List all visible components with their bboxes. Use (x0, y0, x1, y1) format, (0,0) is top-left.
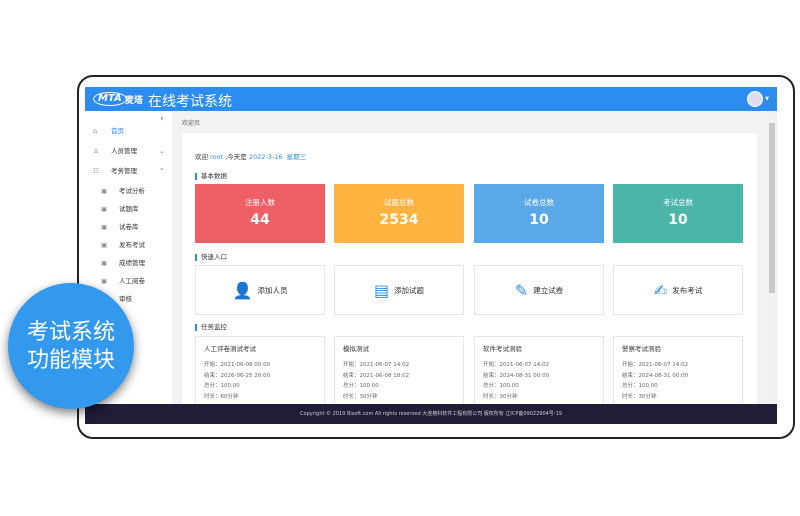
task-start: 开始：2021-06-07 14:02 (483, 362, 550, 368)
stat-label: 试题总数 (384, 198, 414, 207)
stat-value: 2534 (379, 212, 419, 228)
sidebar-item-label: 考试分析 (119, 187, 145, 195)
sidebar-item-label: 人员管理 (111, 147, 137, 155)
section-tasks: 任务监控 (195, 324, 227, 331)
main-panel: 欢迎 root ,今天是 2022-3-16 星期三 基本数据 快速入口 任务监… (182, 133, 757, 416)
task-score: 总分：100.00 (343, 383, 379, 389)
quick-entry-label: 添加试题 (394, 286, 425, 295)
stat-value: 10 (529, 212, 549, 228)
collapse-icon[interactable]: ‹ (160, 114, 164, 124)
task-duration: 时长：60分钟 (204, 393, 239, 400)
add-question-icon: ▤ (373, 281, 390, 300)
task-start: 开始：2021-06-07 14:02 (622, 362, 689, 368)
quick-entry-button[interactable]: ▤ 添加试题 (334, 265, 464, 315)
stat-card: 注册人数 44 (195, 184, 325, 243)
welcome-text: 欢迎 root ,今天是 2022-3-16 星期三 (195, 151, 306, 161)
stat-label: 注册人数 (245, 198, 275, 207)
quick-entry-label: 建立试卷 (533, 286, 564, 295)
sidebar-item-label: 考务管理 (111, 167, 137, 175)
logo-cn: 麦塔 (125, 96, 144, 106)
sidebar-item[interactable]: ▣ 人工阅卷 (85, 274, 172, 288)
score-icon: ▣ (101, 259, 108, 267)
stat-value: 10 (668, 212, 688, 228)
quick-entry-button[interactable]: 👤 添加人员 (195, 265, 325, 315)
sidebar-item[interactable]: ▣ 试卷库 (85, 220, 172, 234)
footer: Copyright © 2019 Bisoft.com All rights r… (85, 404, 777, 424)
sidebar-item[interactable]: ☷ 考务管理 ⌃ (85, 164, 172, 178)
task-title: 警察考试测验 (622, 345, 661, 353)
stat-card: 考试总数 10 (613, 184, 743, 243)
home-icon: ⌂ (93, 127, 98, 135)
task-end: 结束：2021-06-08 18:02 (343, 372, 410, 379)
quick-entry-button[interactable]: ✍ 发布考试 (613, 265, 743, 315)
chevron-icon: ⌃ (159, 167, 165, 175)
task-score: 总分：100.00 (204, 383, 240, 389)
task-duration: 时长：30分钟 (622, 393, 657, 400)
date: 2022-3-16 (248, 153, 283, 161)
sidebar-item-label: 试卷库 (119, 223, 139, 231)
chevron-down-icon[interactable]: ▼ (765, 96, 769, 102)
badge-line1: 考试系统 (26, 320, 115, 345)
sidebar-item[interactable]: ♙ 人员管理 ⌄ (85, 144, 172, 158)
sidebar-item[interactable]: ▣ 成绩管理 (85, 256, 172, 270)
avatar[interactable] (747, 91, 763, 107)
sidebar-item-label: 发布考试 (119, 241, 145, 249)
sidebar-item-label: 试题库 (119, 205, 139, 213)
quick-entry-label: 添加人员 (257, 286, 288, 295)
task-score: 总分：100.00 (483, 383, 519, 389)
create-paper-icon: ✎ (514, 281, 529, 300)
task-start: 开始：2021-06-07 14:02 (343, 362, 410, 368)
section-basic: 基本数据 (195, 173, 227, 180)
top-header: MTA 麦塔 在线考试系统 ▼ (85, 87, 777, 111)
stat-label: 考试总数 (663, 198, 693, 207)
quick-entry-label: 发布考试 (672, 286, 703, 295)
analysis-icon: ▣ (101, 187, 108, 195)
publish-icon: ▣ (101, 241, 108, 249)
sidebar-item-label: 成绩管理 (119, 259, 145, 267)
sidebar-item[interactable]: ▣ 发布考试 (85, 238, 172, 252)
sidebar-item[interactable]: ▣ 考试分析 (85, 184, 172, 198)
sidebar-item[interactable]: ▣ 试题库 (85, 202, 172, 216)
task-title: 人工评卷测试考试 (204, 345, 256, 353)
breadcrumb[interactable]: 欢迎页 (182, 118, 200, 127)
app-window: MTA 麦塔 在线考试系统 ▼ ‹ ⌂ 首页 ♙ 人员管理 ⌄ ☷ 考务管理 ⌃ ▣ 考试分析 ▣ 试… (85, 87, 777, 424)
stat-label: 试卷总数 (524, 198, 554, 207)
welcome-mid: ,今天是 (225, 153, 247, 161)
task-title: 模拟测试 (343, 345, 369, 353)
task-end: 结束：2024-08-31 00:00 (622, 372, 689, 379)
welcome-prefix: 欢迎 (195, 153, 208, 161)
feature-badge: 考试系统 功能模块 (8, 283, 134, 409)
quick-entry-button[interactable]: ✎ 建立试卷 (474, 265, 604, 315)
badge-line2: 功能模块 (26, 348, 115, 373)
task-duration: 时长：30分钟 (483, 393, 518, 400)
sidebar-item-label: 人工阅卷 (119, 277, 145, 285)
task-start: 开始：2021-06-08 00:00 (204, 362, 271, 368)
grading-icon: ▣ (101, 277, 108, 285)
user-icon: ♙ (93, 147, 99, 155)
sidebar-item-label: 审核 (119, 295, 132, 303)
scrollbar-thumb[interactable] (769, 123, 775, 293)
task-title: 软件考试测验 (483, 345, 522, 353)
stat-card: 试卷总数 10 (474, 184, 604, 243)
weekday: 星期三 (286, 153, 307, 161)
logo: MTA (93, 92, 127, 106)
task-duration: 时长：30分钟 (343, 393, 378, 400)
task-end: 结束：2026-06-25 20:00 (204, 372, 271, 379)
stat-card: 试题总数 2534 (334, 184, 464, 243)
task-score: 总分：100.00 (622, 383, 658, 389)
paper-bank-icon: ▣ (101, 223, 108, 231)
chevron-icon: ⌄ (159, 147, 165, 155)
exam-icon: ☷ (93, 167, 99, 175)
section-quick: 快速入口 (195, 254, 227, 261)
publish-exam-icon: ✍ (653, 281, 668, 300)
sidebar-item-label: 首页 (111, 127, 124, 135)
question-bank-icon: ▣ (101, 205, 108, 213)
add-user-icon: 👤 (232, 281, 253, 300)
sidebar-item[interactable]: ⌂ 首页 (85, 124, 172, 138)
username: root (210, 153, 224, 161)
app-title: 在线考试系统 (148, 94, 232, 110)
stat-value: 44 (250, 212, 270, 228)
task-end: 结束：2024-08-31 00:00 (483, 372, 550, 379)
